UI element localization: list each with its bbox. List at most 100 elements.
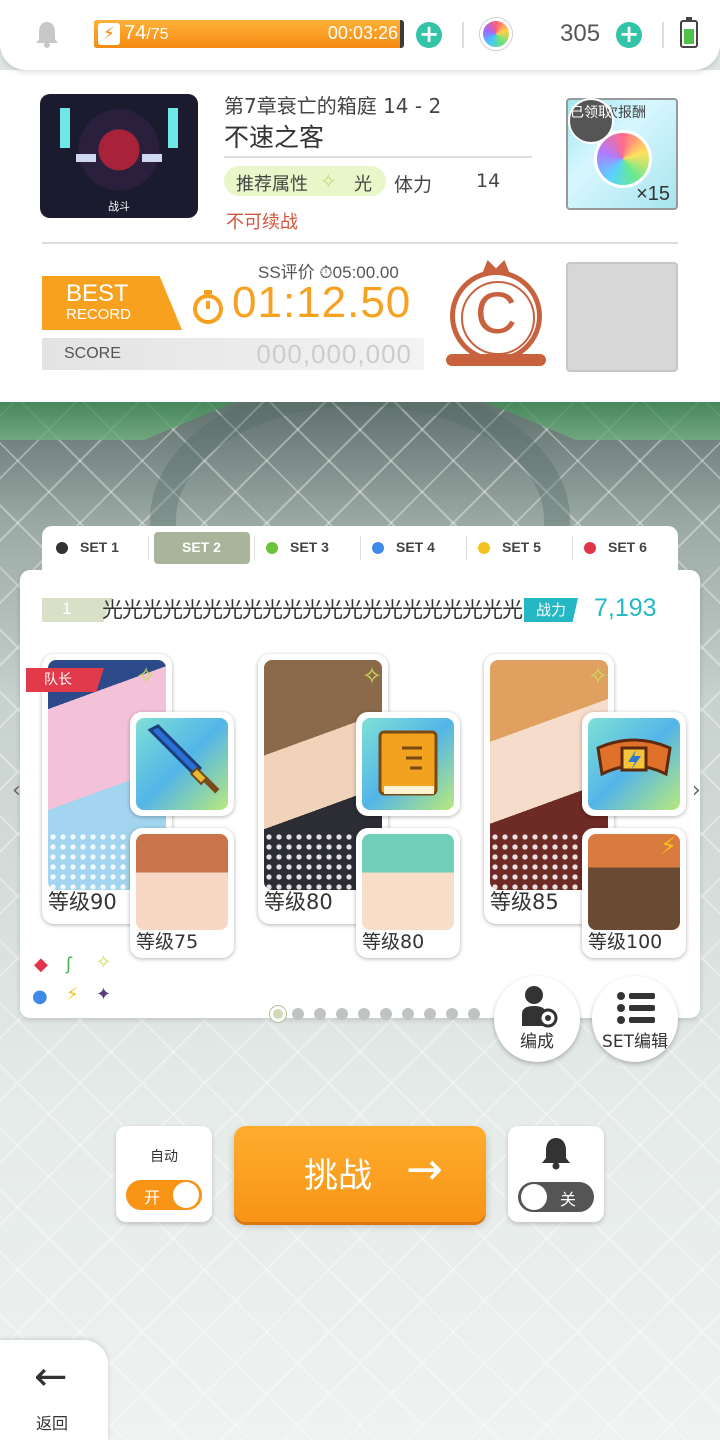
equipment-slot-1[interactable] [130, 712, 234, 816]
set-color-dot [56, 542, 68, 554]
notification-bell-icon[interactable] [34, 20, 60, 48]
stamina-count: 74/75 [124, 22, 169, 44]
formation-button[interactable]: 编成 [494, 976, 580, 1062]
set-color-dot [584, 542, 596, 554]
auto-toggle[interactable]: 开 [126, 1180, 202, 1210]
best-label: BEST [66, 280, 129, 307]
gem-icon [480, 18, 512, 50]
tab-set-2[interactable]: SET 2 [154, 532, 250, 564]
light-element-icon: ✧ [136, 662, 157, 690]
recommended-attribute: 推荐属性 ✧ 光 [224, 166, 386, 196]
reward-multiplier: ×15 [636, 183, 670, 205]
tab-label: SET 3 [290, 539, 329, 555]
party-number-text: 1 [62, 599, 72, 618]
sub-unit-level: 等级100 [588, 931, 663, 953]
auto-battle-box: 自动 开 [116, 1126, 212, 1222]
boss-wing-left [60, 108, 70, 148]
pager-dot[interactable] [292, 1008, 304, 1020]
light-element-icon: ✧ [96, 952, 112, 973]
tab-set-1[interactable]: SET 1 [46, 532, 142, 564]
claimed-badge: 已领取 [568, 98, 614, 144]
stamina-timer: 00:03:26 [327, 23, 398, 43]
pager-dot[interactable] [270, 1006, 286, 1022]
pager-dot[interactable] [380, 1008, 392, 1020]
thunder-element-icon: ⚡ [66, 984, 79, 1005]
set-edit-label: SET编辑 [602, 1032, 668, 1052]
unit-level: 等级85 [490, 890, 559, 914]
divider [360, 536, 361, 560]
divider [254, 536, 255, 560]
pager-dot[interactable] [468, 1008, 480, 1020]
add-gem-button[interactable]: + [616, 22, 642, 48]
formation-icon [522, 986, 558, 1028]
set-edit-button[interactable]: SET编辑 [592, 976, 678, 1062]
challenge-label: 挑战 [304, 1156, 372, 1196]
back-button[interactable]: ← 返回 [0, 1340, 108, 1440]
dark-element-icon: ✦ [96, 984, 112, 1005]
belt-icon [588, 718, 680, 810]
pager-dot[interactable] [424, 1008, 436, 1020]
lightning-icon: ⚡ [98, 23, 120, 45]
boss-thumbnail[interactable]: 战斗 [40, 94, 198, 218]
pager-dot[interactable] [446, 1008, 458, 1020]
tab-label: SET 1 [80, 539, 119, 555]
rank-ribbon [446, 354, 546, 366]
score-value: 000,000,000 [256, 339, 412, 369]
recommended-label: 推荐属性 [236, 174, 308, 195]
equipment-slot-3[interactable] [582, 712, 686, 816]
lightning-element-icon: ⚡ [660, 832, 677, 860]
rank-letter: C [475, 281, 517, 346]
power-value: 7,193 [594, 594, 657, 622]
toggle-knob [173, 1182, 199, 1208]
arrow-left-icon: ← [34, 1354, 68, 1400]
chevron-left-icon[interactable]: ‹ [12, 778, 21, 803]
sub-unit-card-2[interactable]: 等级80 [356, 828, 460, 958]
water-element-icon: ● [32, 986, 48, 1007]
divider [466, 536, 467, 560]
set-color-dot [478, 542, 490, 554]
pager-dot[interactable] [314, 1008, 326, 1020]
battery-icon [680, 17, 698, 48]
pager-dot[interactable] [336, 1008, 348, 1020]
equipment-slot-2[interactable] [356, 712, 460, 816]
sword-icon [136, 718, 228, 810]
pager-dot[interactable] [402, 1008, 414, 1020]
no-continue-notice: 不可续战 [226, 212, 298, 233]
tab-set-3[interactable]: SET 3 [256, 532, 352, 564]
chevron-right-icon[interactable]: › [692, 778, 701, 803]
tab-label: SET 6 [608, 539, 647, 555]
power-label: 战力 [524, 598, 578, 622]
best-record-badge: BEST RECORD [42, 276, 182, 330]
sub-unit-level: 等级80 [362, 931, 425, 953]
tab-set-5[interactable]: SET 5 [468, 532, 564, 564]
sub-unit-portrait [362, 834, 454, 930]
tab-set-6[interactable]: SET 6 [574, 532, 670, 564]
notify-toggle[interactable]: 关 [518, 1182, 594, 1212]
add-stamina-button[interactable]: + [416, 22, 442, 48]
unit-level: 等级90 [48, 890, 117, 914]
divider [462, 22, 464, 48]
divider [42, 242, 678, 244]
bell-icon [542, 1138, 570, 1170]
boss-claw-left [76, 154, 96, 162]
book-icon [362, 718, 454, 810]
challenge-button[interactable]: 挑战 → [234, 1126, 486, 1222]
tab-set-4[interactable]: SET 4 [362, 532, 458, 564]
formation-label: 编成 [520, 1032, 554, 1052]
light-element-icon: ✧ [362, 662, 383, 690]
pager-dot[interactable] [358, 1008, 370, 1020]
sub-unit-card-1[interactable]: 等级75 [130, 828, 234, 958]
unit-level: 等级80 [264, 890, 333, 914]
chapter-title: 第7章衰亡的箱庭 14 - 2 [224, 94, 442, 118]
party-name[interactable]: 光光光光光光光光光光光光光光光光光光光光光 [102, 594, 523, 624]
best-time: 01:12.50 [232, 278, 412, 327]
divider [224, 156, 532, 158]
thumbnail-caption: 战斗 [108, 200, 130, 213]
sub-unit-level: 等级75 [136, 931, 199, 953]
toggle-on-text: 开 [144, 1188, 161, 1207]
arrow-right-icon: → [406, 1144, 443, 1195]
boss-claw-right [142, 154, 162, 162]
party-panel: 1 光光光光光光光光光光光光光光光光光光光光光 战力 7,193 ‹ › 等级9… [12, 570, 701, 1022]
score-label: SCORE [64, 345, 121, 362]
leader-badge: 队长 [26, 668, 104, 692]
